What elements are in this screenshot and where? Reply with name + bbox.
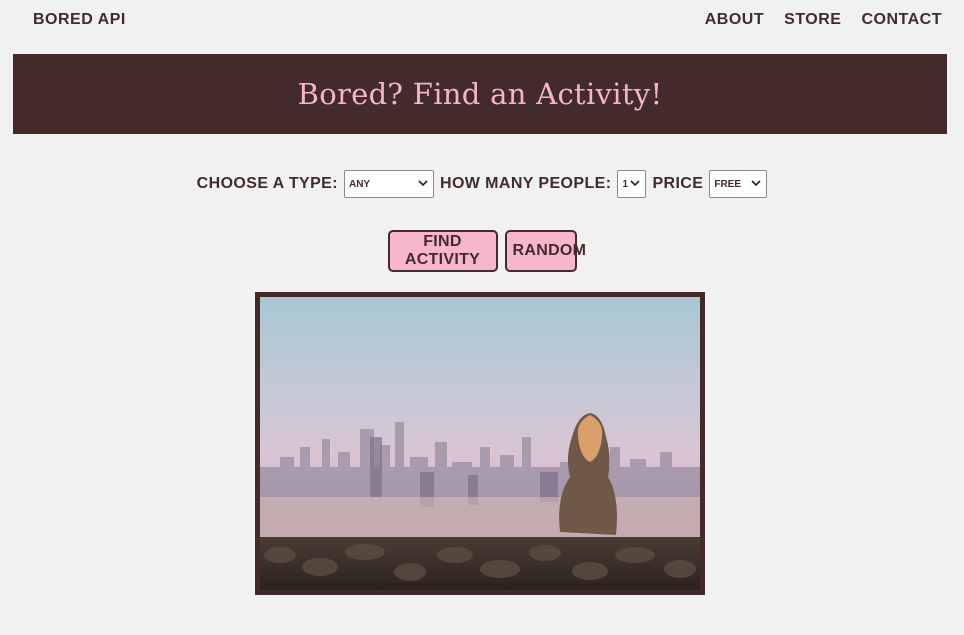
chevron-down-icon	[630, 178, 641, 191]
find-activity-button[interactable]: Find Activity	[387, 230, 498, 272]
nav-links: About Store Contact	[705, 11, 942, 29]
price-select[interactable]: Free	[709, 170, 768, 198]
chevron-down-icon	[751, 178, 761, 191]
price-select-value: Free	[714, 178, 742, 190]
people-select[interactable]: 1	[617, 170, 647, 198]
type-select-value: Any	[348, 178, 371, 190]
type-label: Choose a type:	[196, 175, 338, 192]
nav-link-contact[interactable]: Contact	[861, 11, 942, 29]
type-select[interactable]: Any	[343, 170, 434, 198]
hero-banner: Bored? Find an Activity!	[13, 54, 947, 134]
brand-link[interactable]: Bored API	[33, 11, 126, 29]
people-label: How many people:	[439, 175, 612, 192]
top-navbar: Bored API About Store Contact	[0, 0, 964, 44]
price-label: Price	[652, 175, 704, 192]
filter-bar: Choose a type: Any How many people: 1 Pr…	[0, 168, 964, 200]
nav-link-store[interactable]: Store	[784, 11, 841, 29]
activity-photo-frame	[255, 292, 705, 595]
action-buttons: Find Activity Random	[0, 230, 964, 272]
chevron-down-icon	[418, 178, 428, 191]
random-button[interactable]: Random	[504, 230, 586, 272]
nav-link-about[interactable]: About	[705, 11, 764, 29]
page-title: Bored? Find an Activity!	[297, 77, 663, 111]
activity-photo	[260, 297, 700, 590]
people-select-value: 1	[622, 178, 628, 190]
